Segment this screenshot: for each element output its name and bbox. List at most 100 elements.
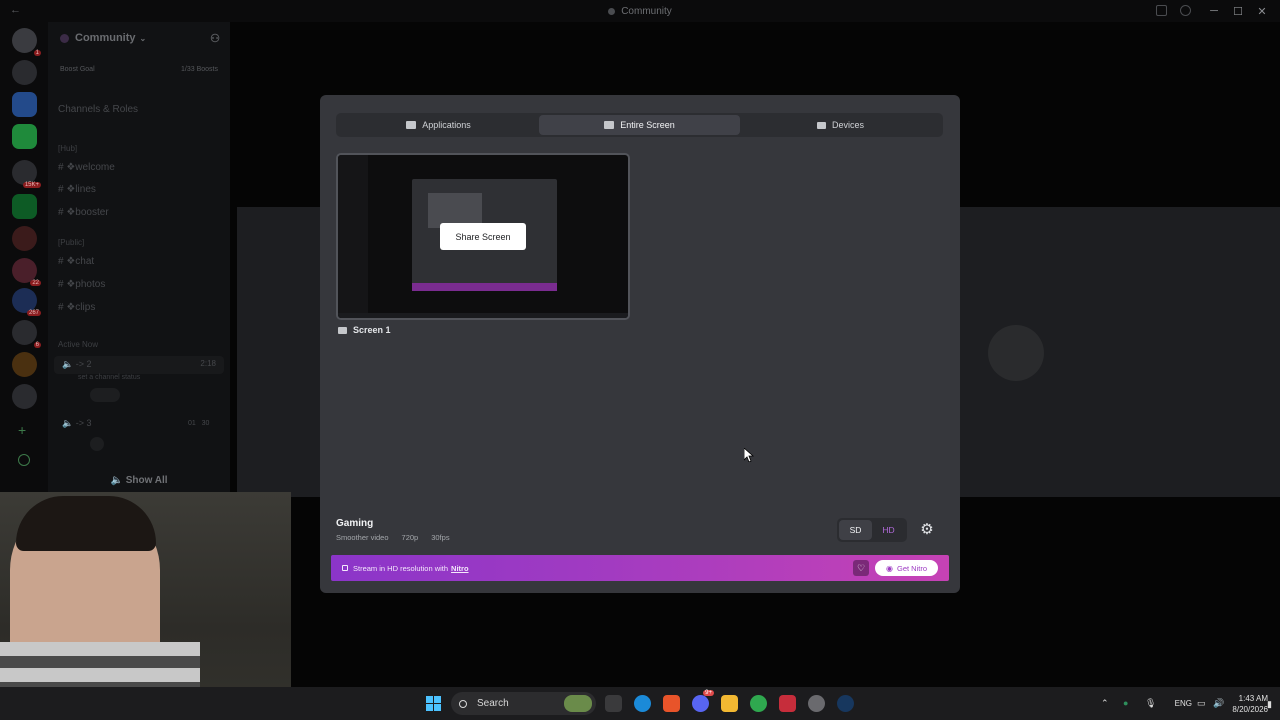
- server-icon[interactable]: [12, 226, 37, 251]
- tab-applications[interactable]: Applications: [338, 115, 539, 135]
- direct-messages-icon[interactable]: 1: [12, 28, 41, 56]
- kick-server-icon[interactable]: [12, 124, 37, 149]
- speaker-icon: 🔈: [62, 418, 74, 428]
- notification-icon[interactable]: ▮: [1267, 699, 1278, 709]
- add-server-icon[interactable]: +: [18, 422, 26, 438]
- quality-details: Smoother video 720p 30fps: [336, 533, 450, 542]
- sd-option[interactable]: SD: [839, 520, 872, 540]
- clock-date: 8/20/2026: [1232, 705, 1268, 714]
- nitro-icon: ◉: [886, 563, 893, 573]
- channel-item[interactable]: # ❖clips: [58, 302, 95, 313]
- close-icon[interactable]: ✕: [1250, 5, 1274, 18]
- show-all-label: Show All: [125, 475, 168, 486]
- voice-channel-item[interactable]: 🔈 -> 2 2:18: [54, 356, 224, 374]
- badge: 267: [26, 310, 41, 316]
- channel-item[interactable]: # ❖lines: [58, 184, 96, 195]
- channel-item[interactable]: # ❖booster: [58, 207, 109, 218]
- screen-preview[interactable]: Share Screen: [336, 153, 630, 320]
- tab-entire-screen[interactable]: Entire Screen: [539, 115, 740, 135]
- quality-title: Gaming: [336, 518, 374, 529]
- get-nitro-label: Get Nitro: [896, 563, 927, 573]
- media-app-icon[interactable]: [779, 695, 796, 712]
- badge: 9+: [703, 690, 714, 696]
- server-icon: [608, 7, 616, 15]
- server-icon[interactable]: 6: [12, 320, 41, 348]
- lock-icon: [342, 565, 348, 571]
- chrome-icon[interactable]: [750, 695, 767, 712]
- sd-label: SD: [849, 525, 862, 535]
- resolution-toggle: SD HD: [837, 518, 907, 542]
- network-icon[interactable]: ▭: [1197, 698, 1208, 708]
- search-icon: [459, 699, 467, 708]
- server-icon[interactable]: [12, 60, 37, 85]
- badge: 22: [30, 280, 41, 286]
- screen-share-modal: Applications Entire Screen Devices Share…: [320, 95, 960, 593]
- brave-icon[interactable]: [663, 695, 680, 712]
- channel-name: ❖clips: [66, 302, 96, 313]
- tab-devices[interactable]: Devices: [740, 115, 941, 135]
- get-nitro-button[interactable]: ◉ Get Nitro: [875, 560, 938, 576]
- server-icon[interactable]: 267: [12, 288, 41, 316]
- settings-gear-icon[interactable]: ⚙: [918, 521, 936, 539]
- share-screen-button[interactable]: Share Screen: [440, 223, 526, 250]
- task-view-icon[interactable]: [605, 695, 622, 712]
- tray-app-icon[interactable]: ●: [1123, 698, 1134, 708]
- channel-item[interactable]: # ❖welcome: [58, 162, 115, 173]
- inbox-icon[interactable]: [1156, 5, 1167, 16]
- channel-item[interactable]: # ❖photos: [58, 279, 105, 290]
- steam-icon[interactable]: [837, 695, 854, 712]
- microphone-icon[interactable]: 🎙: [1145, 698, 1156, 708]
- edge-icon[interactable]: [634, 695, 651, 712]
- channels-roles-item[interactable]: Channels & Roles: [58, 104, 138, 115]
- server-name: Community: [75, 32, 136, 44]
- kick-server-icon[interactable]: [12, 194, 37, 219]
- quality-fps: 30fps: [431, 533, 450, 542]
- voice-channel-item[interactable]: 🔈 -> 3: [62, 418, 92, 429]
- channels-roles-label: Channels & Roles: [58, 104, 139, 115]
- speaker-icon: 🔈: [62, 359, 74, 369]
- active-now-header: Active Now: [58, 340, 99, 349]
- avatar[interactable]: [90, 437, 104, 451]
- nitro-link[interactable]: Nitro: [451, 564, 469, 573]
- category-public[interactable]: [Public]: [58, 238, 84, 247]
- server-icon[interactable]: [12, 92, 37, 117]
- help-icon[interactable]: [1180, 5, 1191, 16]
- window-title: Community: [0, 6, 1280, 17]
- minimize-icon[interactable]: ─: [1202, 5, 1226, 17]
- chevron-down-icon: ⌄: [139, 33, 147, 43]
- voice-participants[interactable]: [90, 388, 120, 402]
- category-hub[interactable]: [Hub]: [58, 144, 77, 153]
- chevron-up-icon[interactable]: ⌃: [1101, 698, 1112, 708]
- invite-icon[interactable]: ⚇: [210, 32, 220, 45]
- hd-option[interactable]: HD: [872, 520, 905, 540]
- hd-label: HD: [882, 525, 895, 535]
- server-header[interactable]: Community ⌄ ⚇: [48, 22, 230, 54]
- quality-subtitle: Smoother video: [336, 533, 389, 542]
- app-icon[interactable]: [808, 695, 825, 712]
- server-icon[interactable]: 22: [12, 258, 41, 286]
- clock[interactable]: 1:43 AM 8/20/2026: [1232, 693, 1268, 715]
- maximize-icon[interactable]: ☐: [1226, 5, 1250, 18]
- channel-name: ❖photos: [66, 279, 106, 290]
- language-indicator[interactable]: ENG: [1175, 699, 1192, 708]
- avatar[interactable]: [988, 325, 1044, 381]
- channel-name: ❖welcome: [66, 162, 115, 173]
- server-icon[interactable]: [12, 384, 37, 409]
- server-icon[interactable]: 15K+: [12, 160, 41, 188]
- discover-icon[interactable]: [18, 454, 30, 466]
- channel-item[interactable]: # ❖chat: [58, 256, 94, 267]
- preview-sidebar: [338, 155, 368, 318]
- taskbar-search[interactable]: Search: [451, 692, 596, 715]
- gift-heart-icon[interactable]: ♡: [853, 560, 869, 576]
- volume-icon[interactable]: 🔊: [1213, 698, 1224, 708]
- server-icon[interactable]: [12, 352, 37, 377]
- boost-goal-label: Boost Goal: [60, 65, 95, 73]
- file-explorer-icon[interactable]: [721, 695, 738, 712]
- discord-icon[interactable]: 9+: [692, 690, 714, 712]
- show-all-button[interactable]: 🔈 Show All: [48, 475, 230, 486]
- voice-status[interactable]: set a channel status: [78, 374, 140, 381]
- preview-taskbar: [338, 313, 628, 318]
- start-button[interactable]: [426, 696, 441, 711]
- preview-banner: [412, 283, 557, 291]
- boost-goal-bar[interactable]: Boost Goal 1/33 Boosts: [54, 60, 224, 78]
